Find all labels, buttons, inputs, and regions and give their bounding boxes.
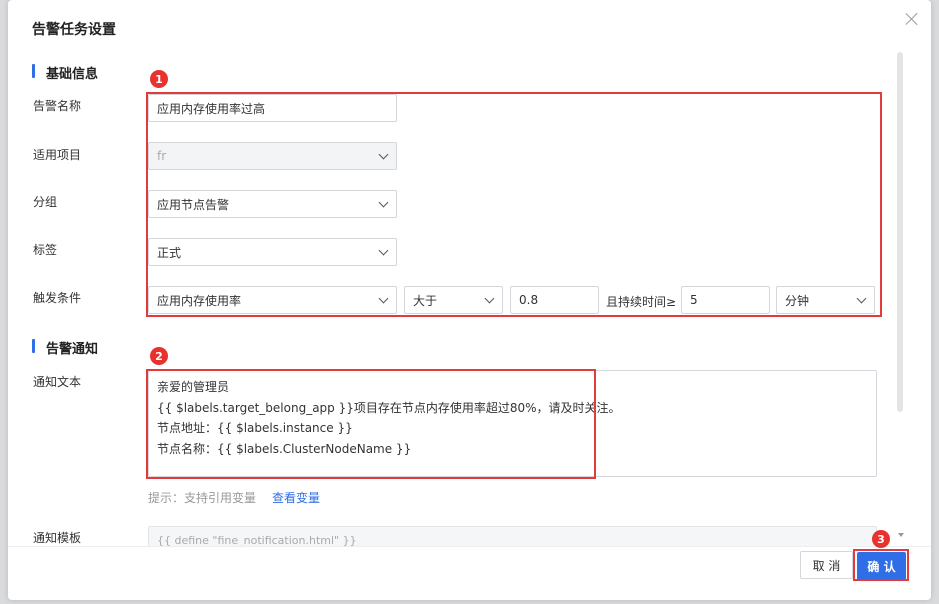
duration-unit-select[interactable]: 分钟 (776, 286, 875, 314)
notify-line: 节点地址：{{ $labels.instance }} (157, 421, 353, 435)
group-label: 分组 (33, 195, 58, 209)
tag-value: 正式 (157, 245, 182, 260)
chevron-down-icon (856, 293, 867, 304)
variable-hint: 提示：支持引用变量 (148, 491, 257, 505)
duration-label: 且持续时间≥ (606, 295, 677, 309)
section-alert-notify: 告警通知 (32, 338, 98, 357)
notify-text-label: 通知文本 (33, 375, 82, 389)
notify-text-area[interactable]: 亲爱的管理员 {{ $labels.target_belong_app }}项目… (148, 370, 877, 477)
duration-value: 5 (690, 293, 698, 307)
project-select: fr (148, 142, 397, 170)
trigger-label: 触发条件 (33, 291, 82, 305)
dialog-title: 告警任务设置 (32, 22, 116, 38)
section-basic-info: 基础信息 (32, 63, 98, 82)
duration-input[interactable]: 5 (681, 286, 770, 314)
annotation-badge-1: 1 (150, 70, 168, 88)
trigger-metric-select[interactable]: 应用内存使用率 (148, 286, 397, 314)
cancel-button[interactable]: 取 消 (800, 551, 853, 579)
section-notify-title: 告警通知 (46, 342, 99, 357)
group-select[interactable]: 应用节点告警 (148, 190, 397, 218)
name-label: 告警名称 (33, 99, 82, 113)
trigger-threshold-value: 0.8 (519, 293, 539, 307)
section-basic-title: 基础信息 (46, 67, 99, 82)
trigger-metric-value: 应用内存使用率 (157, 293, 242, 308)
close-icon[interactable] (905, 12, 919, 26)
tag-label: 标签 (33, 243, 58, 257)
trigger-threshold-input[interactable]: 0.8 (510, 286, 599, 314)
scroll-down-icon[interactable] (898, 533, 904, 537)
notify-line: {{ $labels.target_belong_app }}项目存在节点内存使… (157, 400, 621, 415)
annotation-badge-3: 3 (872, 530, 890, 548)
chevron-down-icon (378, 197, 389, 208)
view-variables-link[interactable]: 查看变量 (272, 489, 320, 506)
group-value: 应用节点告警 (157, 197, 230, 212)
tag-select[interactable]: 正式 (148, 238, 397, 266)
chevron-down-icon (378, 149, 389, 160)
chevron-down-icon (484, 293, 495, 304)
annotation-badge-2: 2 (150, 347, 168, 365)
alert-name-input[interactable]: 应用内存使用率过高 (148, 94, 397, 122)
alert-task-dialog: 告警任务设置 基础信息 告警名称 应用内存使用率过高 适用项目 fr 分组 应用… (8, 0, 931, 600)
alert-name-value: 应用内存使用率过高 (157, 101, 266, 116)
template-label: 通知模板 (33, 531, 82, 545)
template-value: {{ define "fine_notification.html" }} (157, 534, 357, 546)
trigger-operator-value: 大于 (413, 293, 438, 308)
confirm-button[interactable]: 确 认 (857, 552, 906, 580)
chevron-down-icon (378, 293, 389, 304)
section-marker (32, 339, 35, 353)
chevron-down-icon (378, 245, 389, 256)
section-marker (32, 64, 35, 78)
duration-unit-value: 分钟 (785, 293, 810, 308)
trigger-operator-select[interactable]: 大于 (404, 286, 503, 314)
scrollbar[interactable] (897, 52, 903, 412)
notify-line: 节点名称：{{ $labels.ClusterNodeName }} (157, 441, 412, 456)
footer-divider (8, 546, 931, 547)
notify-line: 亲爱的管理员 (157, 380, 230, 394)
project-value: fr (157, 149, 167, 163)
template-editor[interactable]: {{ define "fine_notification.html" }} (148, 526, 877, 546)
project-label: 适用项目 (33, 148, 82, 162)
